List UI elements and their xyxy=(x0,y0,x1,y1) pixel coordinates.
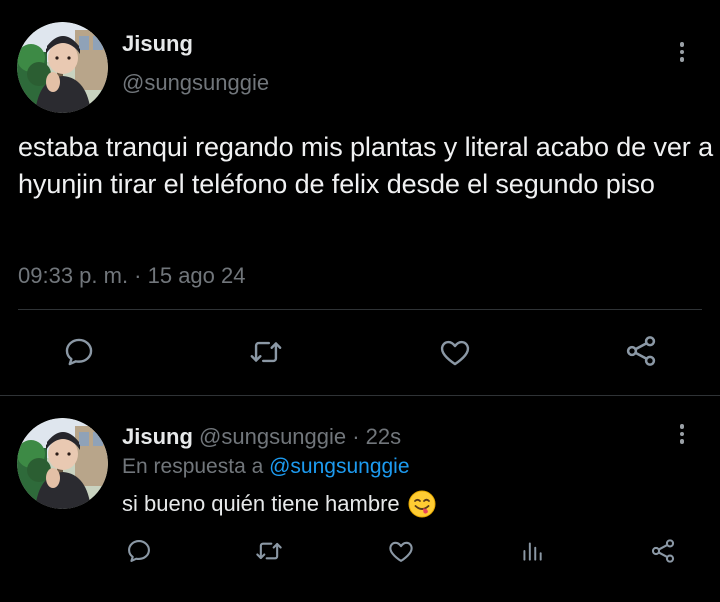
like-icon xyxy=(389,541,413,562)
share-icon xyxy=(651,539,675,563)
like-button[interactable] xyxy=(437,334,473,370)
profile-photo-icon xyxy=(17,22,108,113)
divider xyxy=(18,309,702,310)
avatar[interactable] xyxy=(17,418,108,509)
reply-button[interactable] xyxy=(61,334,97,370)
retweet-button[interactable] xyxy=(252,536,286,566)
reply-button[interactable] xyxy=(124,536,154,566)
views-icon xyxy=(523,542,542,561)
reply-icon xyxy=(65,338,93,366)
share-button[interactable] xyxy=(648,536,678,566)
reply-text: si bueno quién tiene hambre xyxy=(122,490,436,518)
more-options-icon[interactable] xyxy=(670,419,694,449)
face-savoring-food-emoji-icon xyxy=(408,490,436,518)
retweet-icon xyxy=(250,341,282,363)
tweet-timestamp[interactable]: 09:33 p. m. · 15 ago 24 xyxy=(18,263,246,289)
retweet-button[interactable] xyxy=(246,334,286,370)
views-button[interactable] xyxy=(518,536,546,566)
tweet-text: estaba tranqui regando mis plantas y lit… xyxy=(18,132,714,199)
retweet-icon xyxy=(256,542,282,560)
like-button[interactable] xyxy=(386,536,416,566)
display-name[interactable]: Jisung xyxy=(122,31,193,57)
avatar[interactable] xyxy=(17,22,108,113)
reply-icon xyxy=(128,540,150,562)
divider xyxy=(0,395,720,396)
mention-link[interactable]: @sungsunggie xyxy=(269,455,409,478)
profile-photo-icon xyxy=(17,418,108,509)
replying-label: En respuesta a xyxy=(122,455,264,478)
replying-to: En respuesta a @sungsunggie xyxy=(122,455,410,479)
share-button[interactable] xyxy=(623,333,659,369)
tweet-text: si bueno quién tiene hambre xyxy=(122,491,400,516)
more-options-icon[interactable] xyxy=(670,37,694,67)
like-icon xyxy=(440,340,470,366)
user-handle[interactable]: @sungsunggie xyxy=(122,70,269,96)
reply-header: Jisung @sungsunggie · 22s xyxy=(122,424,401,450)
share-icon xyxy=(626,336,656,366)
display-name[interactable]: Jisung xyxy=(122,424,193,449)
user-handle-time[interactable]: @sungsunggie · 22s xyxy=(199,424,401,449)
